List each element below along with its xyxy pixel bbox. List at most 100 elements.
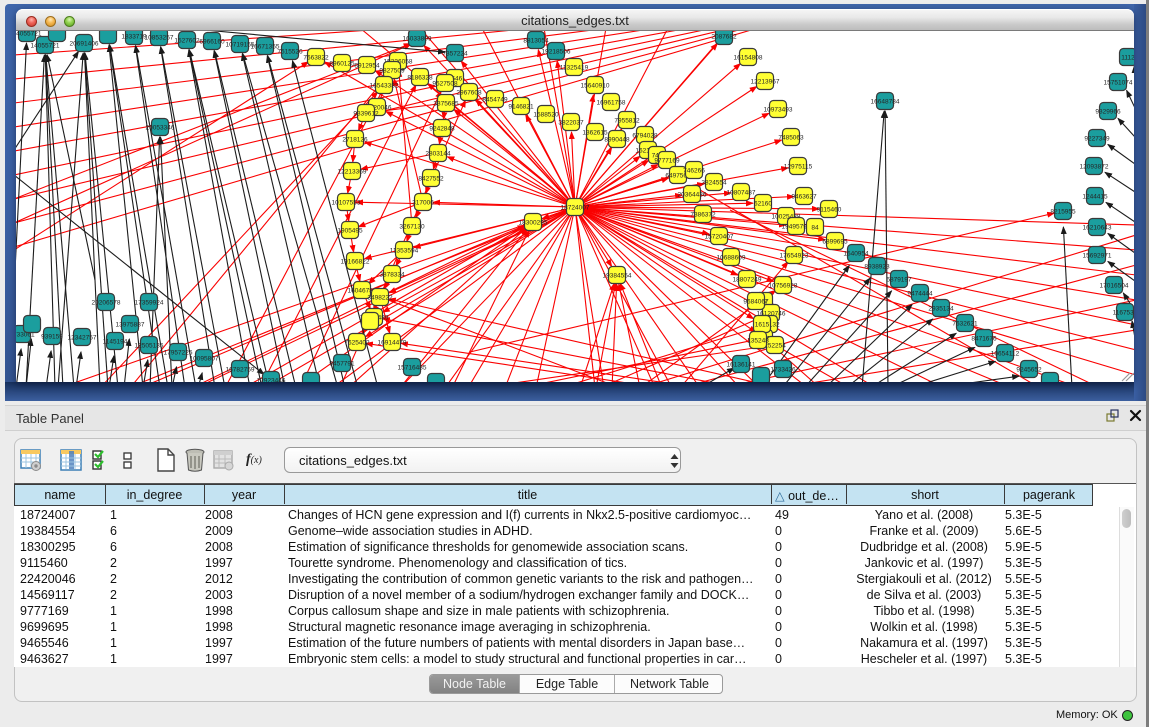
svg-text:13975887: 13975887	[116, 322, 145, 329]
svg-text:20364436: 20364436	[678, 192, 707, 199]
svg-text:17016504: 17016504	[1100, 283, 1129, 290]
svg-text:3824554: 3824554	[701, 180, 727, 187]
svg-text:9777169: 9777169	[654, 158, 680, 165]
svg-text:9339612: 9339612	[353, 111, 379, 118]
svg-text:1145194: 1145194	[103, 339, 128, 346]
svg-text:19384554: 19384554	[603, 273, 632, 280]
svg-text:9227349: 9227349	[1084, 136, 1110, 143]
svg-text:6966160: 6966160	[199, 39, 225, 46]
svg-text:1112: 1112	[1121, 55, 1134, 62]
svg-text:15692971: 15692971	[1083, 253, 1112, 260]
svg-text:16154808: 16154808	[734, 55, 763, 62]
svg-text:2803144: 2803144	[425, 151, 451, 158]
svg-text:9242848: 9242848	[429, 126, 455, 133]
svg-text:8960125: 8960125	[329, 61, 355, 68]
svg-text:17957225: 17957225	[164, 350, 193, 357]
svg-text:16671355: 16671355	[251, 44, 280, 51]
svg-text:7485063: 7485063	[778, 135, 804, 142]
svg-text:1905495: 1905495	[337, 228, 363, 235]
svg-text:746266: 746266	[683, 168, 705, 175]
svg-text:16543382: 16543382	[370, 83, 399, 90]
svg-text:16210643: 16210643	[1083, 225, 1112, 232]
svg-text:3878334: 3878334	[379, 272, 405, 279]
svg-text:8427552: 8427552	[418, 176, 444, 183]
svg-text:17359924: 17359924	[135, 300, 164, 307]
svg-text:8813054: 8813054	[523, 38, 549, 45]
svg-text:9463627: 9463627	[791, 194, 817, 201]
svg-text:15751074: 15751074	[1104, 80, 1133, 87]
svg-text:16961758: 16961758	[597, 100, 626, 107]
svg-text:7386372: 7386372	[690, 212, 716, 219]
svg-text:9146821: 9146821	[508, 104, 534, 111]
svg-text:8938923: 8938923	[864, 264, 890, 271]
svg-text:12093872: 12093872	[1080, 164, 1109, 171]
svg-text:9245652: 9245652	[1016, 367, 1042, 374]
svg-text:9457791: 9457791	[329, 361, 355, 368]
svg-text:10107553: 10107553	[332, 200, 361, 207]
svg-text:7357224: 7357224	[442, 51, 468, 58]
svg-text:2087682: 2087682	[711, 34, 737, 41]
svg-text:10095807: 10095807	[190, 356, 219, 363]
svg-text:1244415: 1244415	[1082, 194, 1108, 201]
svg-text:14055721: 14055721	[16, 31, 42, 38]
svg-text:10973493: 10973493	[764, 107, 793, 114]
svg-text:7663822: 7663822	[303, 55, 329, 62]
svg-text:16033809: 16033809	[403, 36, 432, 43]
svg-text:12213369: 12213369	[338, 169, 367, 176]
svg-text:62160: 62160	[754, 201, 772, 208]
svg-text:10853257: 10853257	[145, 35, 174, 42]
svg-text:7955812: 7955812	[614, 118, 640, 125]
svg-text:2718126: 2718126	[342, 137, 368, 144]
svg-text:15716485: 15716485	[398, 365, 427, 372]
svg-text:16648784: 16648784	[871, 99, 900, 106]
svg-text:15640910: 15640910	[581, 83, 610, 90]
svg-text:20053346: 20053346	[146, 125, 175, 132]
svg-text:2935134: 2935134	[928, 306, 954, 313]
svg-text:20691406: 20691406	[70, 41, 99, 48]
svg-text:1733426: 1733426	[770, 367, 796, 374]
svg-text:19218506: 19218506	[542, 49, 571, 56]
svg-text:19166822: 19166822	[341, 259, 370, 266]
svg-text:18807249: 18807249	[733, 277, 762, 284]
svg-text:317006: 317006	[412, 200, 434, 207]
svg-text:18724007: 18724007	[561, 205, 590, 212]
svg-text:10756928: 10756928	[769, 283, 798, 290]
svg-text:135248: 135248	[747, 338, 769, 345]
svg-text:9527508: 9527508	[432, 81, 458, 88]
svg-text:14055721: 14055721	[31, 43, 60, 50]
svg-text:12342757: 12342757	[68, 335, 97, 342]
svg-text:12505135: 12505135	[135, 343, 164, 350]
svg-text:8990448: 8990448	[604, 137, 630, 144]
svg-text:10688609: 10688609	[717, 255, 746, 262]
svg-text:11325419: 11325419	[560, 65, 589, 72]
svg-text:8215955: 8215955	[1050, 209, 1076, 216]
svg-text:6794028: 6794028	[632, 133, 658, 140]
svg-text:16782759: 16782759	[226, 367, 255, 374]
svg-text:11353594: 11353594	[390, 248, 419, 255]
svg-text:12213967: 12213967	[751, 79, 780, 86]
svg-text:3498222: 3498222	[367, 295, 393, 302]
svg-text:8454749: 8454749	[482, 97, 508, 104]
svg-text:16914479: 16914479	[378, 340, 407, 347]
svg-text:1640954: 1640954	[843, 251, 869, 258]
svg-text:7515526: 7515526	[277, 49, 303, 56]
svg-text:1615: 1615	[755, 322, 770, 329]
svg-text:3267130: 3267130	[399, 224, 425, 231]
svg-text:10807487: 10807487	[727, 190, 756, 197]
svg-text:1362615: 1362615	[582, 130, 608, 137]
svg-text:9684067: 9684067	[743, 299, 769, 306]
svg-text:12975115: 12975115	[784, 164, 813, 171]
svg-text:2967608: 2967608	[456, 90, 482, 97]
svg-text:7632621: 7632621	[952, 321, 978, 328]
svg-text:15720407: 15720407	[705, 234, 734, 241]
svg-text:9474444: 9474444	[907, 291, 933, 298]
svg-text:9115460: 9115460	[817, 207, 842, 214]
svg-text:17654923: 17654923	[780, 253, 809, 260]
svg-text:6879197: 6879197	[886, 277, 912, 284]
svg-text:84: 84	[811, 225, 819, 232]
svg-text:8912954: 8912954	[354, 63, 380, 70]
svg-text:20206578: 20206578	[92, 300, 121, 307]
svg-text:1588520: 1588520	[533, 112, 559, 119]
svg-text:1527602: 1527602	[174, 38, 200, 45]
svg-text:10654112: 10654112	[991, 351, 1020, 358]
